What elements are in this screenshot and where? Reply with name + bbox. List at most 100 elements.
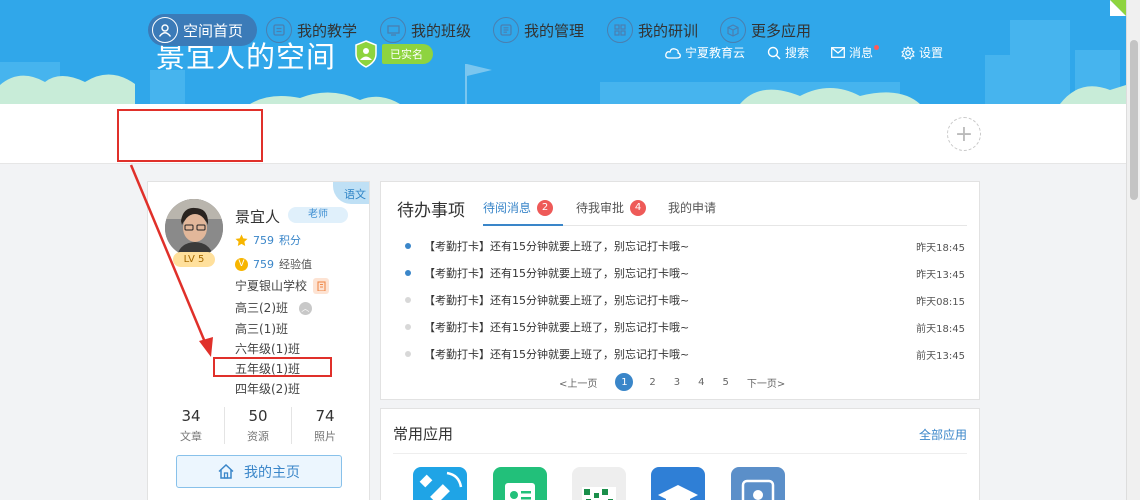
nav-item-label: 我的研训	[638, 21, 699, 40]
message-time: 昨天08:15	[916, 296, 965, 308]
active-tab-indicator	[483, 224, 563, 226]
message-text: 【考勤打卡】还有15分钟就要上班了，别忘记打卡哦~	[424, 294, 690, 307]
graduation-app-icon[interactable]	[651, 467, 705, 500]
tab-label: 待阅消息	[483, 201, 532, 215]
todo-title: 待办事项	[397, 201, 465, 221]
page-5-button[interactable]: 5	[723, 377, 729, 388]
top-link-messages[interactable]: 消息	[831, 44, 880, 61]
scrollbar-thumb[interactable]	[1130, 40, 1138, 200]
apps-title: 常用应用	[393, 425, 454, 443]
school-label: 宁夏银山学校	[235, 279, 308, 293]
pagination: <上一页 1 2 3 4 5 下一页>	[559, 373, 803, 391]
message-text: 【考勤打卡】还有15分钟就要上班了，别忘记打卡哦~	[424, 240, 690, 253]
add-nav-button[interactable]: +	[947, 117, 981, 151]
message-item[interactable]: 【考勤打卡】还有15分钟就要上班了，别忘记打卡哦~ 前天18:45	[405, 319, 965, 335]
qr-app-icon[interactable]	[572, 467, 626, 500]
read-dot	[405, 324, 411, 330]
page-4-button[interactable]: 4	[698, 377, 704, 388]
message-time: 昨天13:45	[916, 269, 965, 281]
my-homepage-button[interactable]: 我的主页	[176, 455, 342, 488]
level-badge: LV 5	[173, 252, 215, 267]
class-item[interactable]: 六年级(1)班	[235, 340, 300, 357]
message-item[interactable]: 【考勤打卡】还有15分钟就要上班了，别忘记打卡哦~ 昨天13:45	[405, 265, 965, 281]
nav-item-my-teaching[interactable]: 我的教学	[266, 14, 357, 46]
shield-icon	[355, 40, 377, 68]
divider	[393, 453, 967, 454]
all-apps-link[interactable]: 全部应用	[919, 426, 967, 443]
message-time: 前天13:45	[916, 350, 965, 362]
verified-label: 已实名	[382, 44, 433, 64]
nav-item-space-home[interactable]: 空间首页	[148, 14, 258, 46]
people-app-icon[interactable]	[731, 467, 785, 500]
top-link-label: 消息	[849, 46, 874, 60]
read-dot	[405, 351, 411, 357]
page-1-button[interactable]: 1	[615, 373, 634, 391]
next-page-link[interactable]: 下一页>	[747, 375, 785, 390]
class-item[interactable]: 四年级(2)班	[235, 380, 300, 397]
chevron-up-icon[interactable]: ︿	[298, 302, 312, 315]
prev-page-link[interactable]: <上一页	[559, 375, 597, 390]
page-3-button[interactable]: 3	[674, 377, 680, 388]
count-label: 资源	[247, 430, 269, 443]
stats-counts: 34 文章 50 资源 74 照片	[158, 407, 358, 444]
tab-pending-approvals[interactable]: 待我审批 4	[576, 199, 647, 216]
manage-icon	[493, 17, 519, 43]
nav-item-my-research[interactable]: 我的研训	[607, 14, 698, 46]
highlight-box-class	[213, 357, 332, 377]
read-dot	[405, 297, 411, 303]
tab-my-applications[interactable]: 我的申请	[668, 199, 716, 216]
nav-item-label: 我的管理	[524, 21, 585, 40]
research-icon	[607, 17, 633, 43]
count-label: 文章	[180, 430, 202, 443]
top-link-label: 宁夏教育云	[685, 46, 746, 60]
gear-icon	[901, 45, 915, 60]
exp-v-icon: V	[235, 257, 248, 271]
class-icon	[380, 17, 406, 43]
user-icon	[152, 17, 178, 43]
home-icon	[218, 464, 234, 479]
school-name: 宁夏银山学校	[235, 277, 330, 294]
nav-item-label: 空间首页	[183, 21, 244, 40]
unread-dot	[405, 270, 411, 276]
message-text: 【考勤打卡】还有15分钟就要上班了，别忘记打卡哦~	[424, 321, 690, 334]
satellite-app-icon[interactable]	[413, 467, 467, 500]
highlight-box-nav	[117, 109, 263, 162]
top-links: 宁夏教育云 搜索 消息 设置	[665, 44, 943, 61]
exp-label: 经验值	[279, 258, 312, 271]
nav-item-more-apps[interactable]: 更多应用	[720, 14, 811, 46]
tab-pending-messages[interactable]: 待阅消息 2	[483, 199, 554, 216]
top-link-education-cloud[interactable]: 宁夏教育云	[665, 44, 745, 61]
vertical-scrollbar[interactable]	[1126, 0, 1140, 500]
profile-card: 语文 LV 5 景宜人 老师 759 积分 V 759 经验值 宁夏银山学校 高…	[147, 181, 370, 500]
message-text: 【考勤打卡】还有15分钟就要上班了，别忘记打卡哦~	[424, 267, 690, 280]
top-link-search[interactable]: 搜索	[767, 44, 809, 61]
unread-dot	[405, 243, 411, 249]
points-label: 积分	[279, 234, 301, 247]
top-link-settings[interactable]: 设置	[901, 44, 943, 61]
mail-icon	[831, 47, 845, 58]
count-articles[interactable]: 34 文章	[158, 407, 225, 444]
exp-value: 759	[253, 257, 274, 271]
class-item[interactable]: 高三(2)班 ︿	[235, 299, 312, 316]
nav-item-my-management[interactable]: 我的管理	[493, 14, 584, 46]
id-card-app-icon[interactable]	[493, 467, 547, 500]
exp-line: V 759 经验值	[235, 256, 312, 272]
subject-tag: 语文	[333, 182, 369, 204]
tab-label: 我的申请	[668, 201, 717, 215]
avatar[interactable]	[165, 199, 223, 257]
class-item[interactable]: 高三(1)班	[235, 320, 288, 337]
nav-item-my-class[interactable]: 我的班级	[380, 14, 471, 46]
nav-item-label: 我的班级	[411, 21, 472, 40]
count-resources[interactable]: 50 资源	[225, 407, 292, 444]
tab-underline	[483, 224, 967, 226]
message-item[interactable]: 【考勤打卡】还有15分钟就要上班了，别忘记打卡哦~ 昨天08:15	[405, 292, 965, 308]
cloud-icon	[665, 47, 681, 59]
count-number: 50	[248, 407, 268, 425]
page-2-button[interactable]: 2	[649, 377, 655, 388]
count-photos[interactable]: 74 照片	[292, 407, 358, 444]
notification-dot	[874, 45, 880, 50]
class-label: 高三(2)班	[235, 301, 288, 315]
message-item[interactable]: 【考勤打卡】还有15分钟就要上班了，别忘记打卡哦~ 前天13:45	[405, 346, 965, 362]
corner-fold-icon	[1110, 0, 1126, 16]
message-item[interactable]: 【考勤打卡】还有15分钟就要上班了，别忘记打卡哦~ 昨天18:45	[405, 238, 965, 254]
